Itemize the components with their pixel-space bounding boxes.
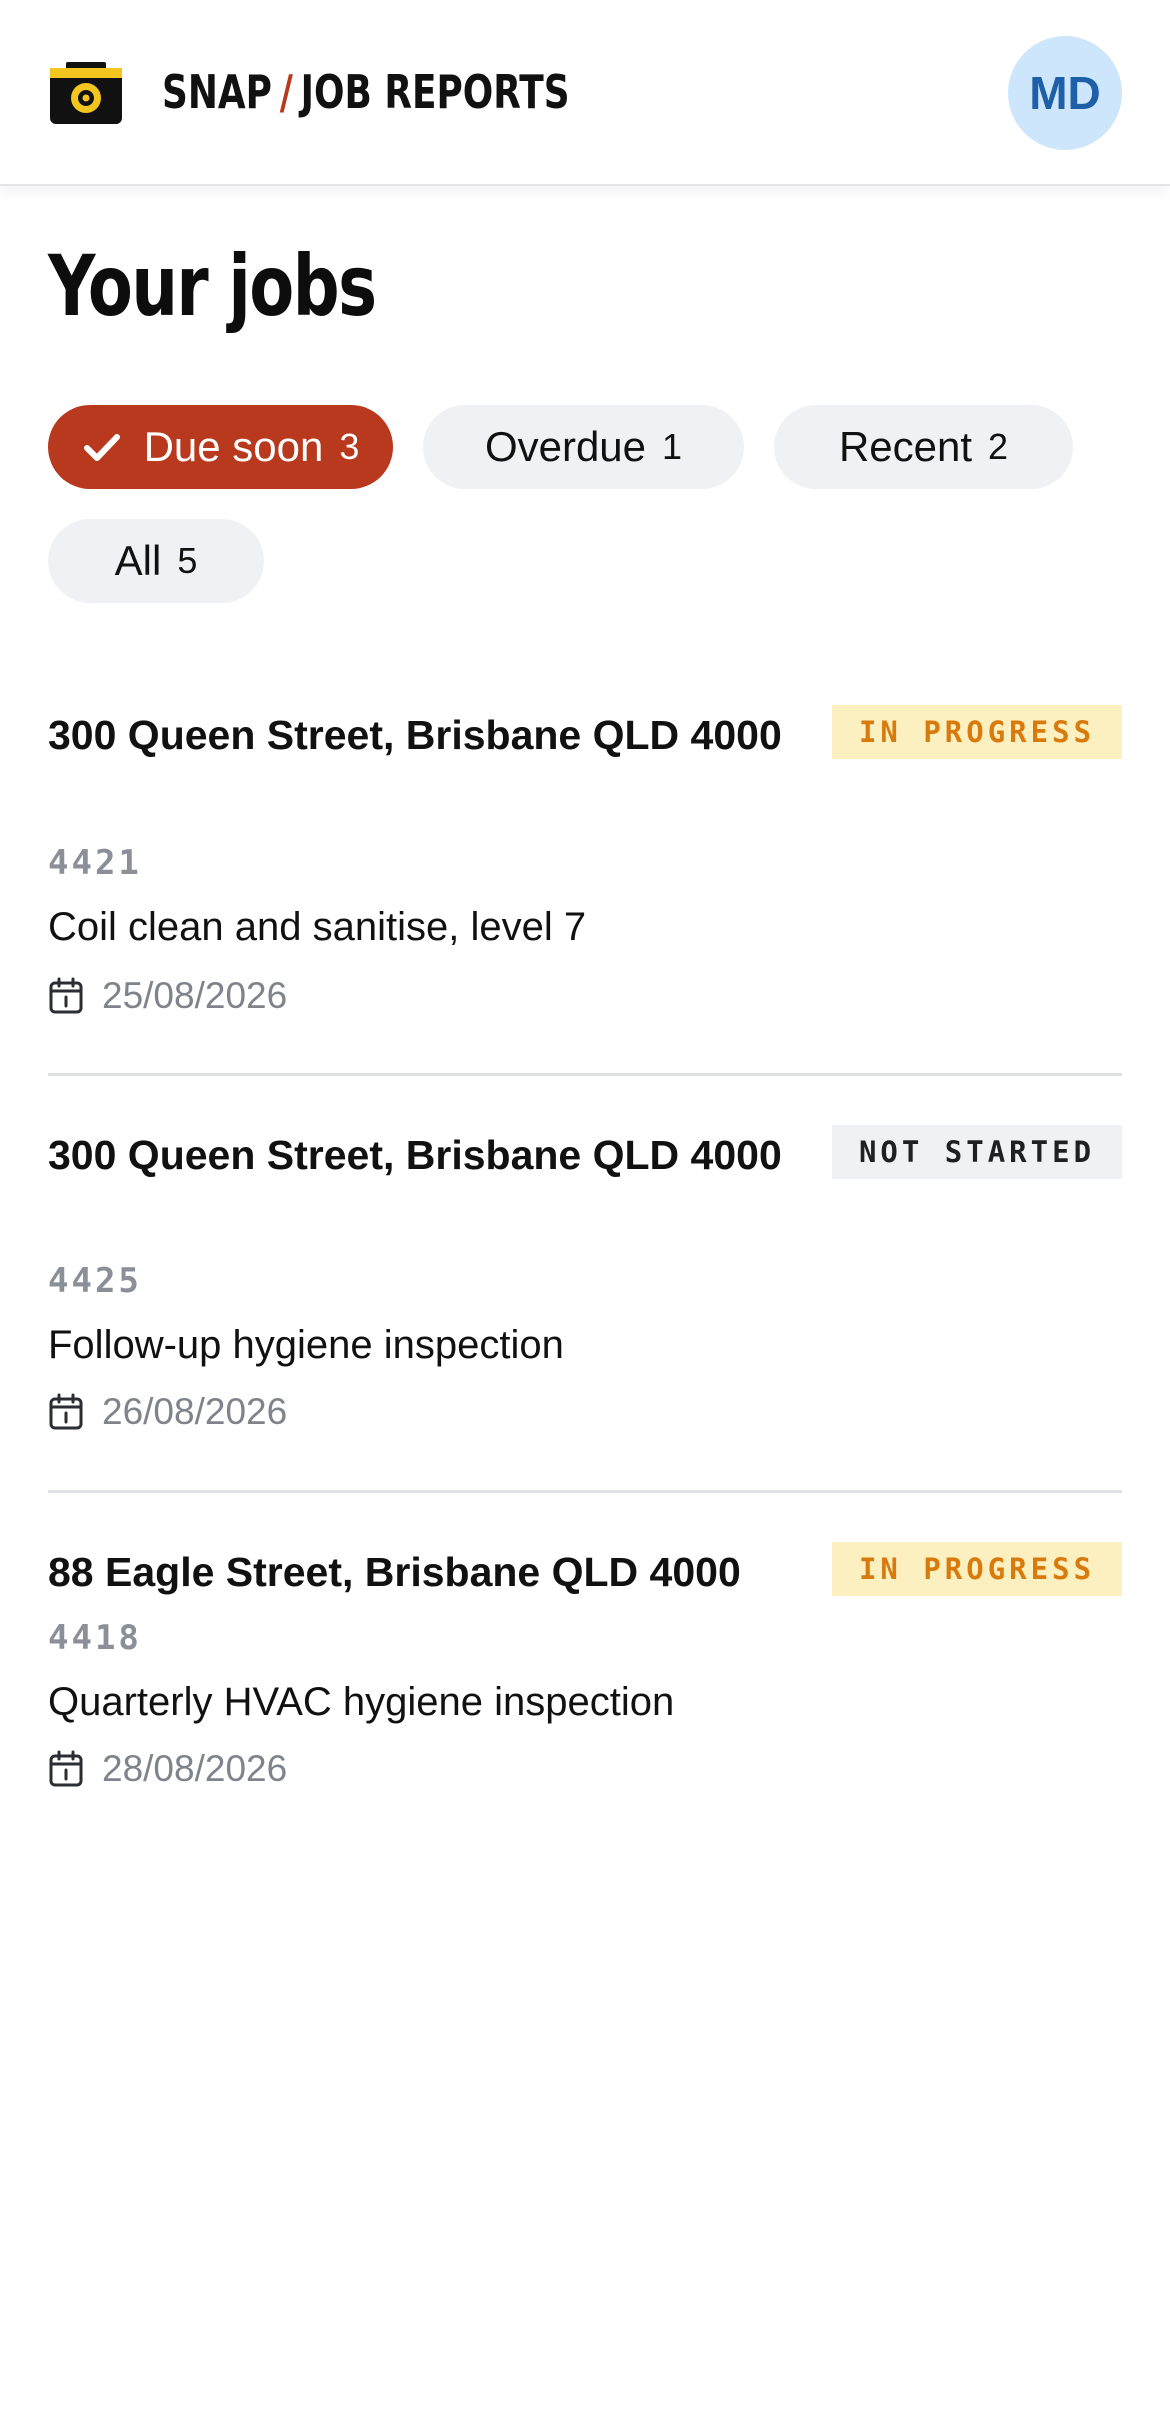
status-badge: IN PROGRESS [832,705,1122,759]
calendar-icon [49,1750,83,1787]
job-due-date: 28/08/2026 [48,1748,287,1790]
camera-icon[interactable] [50,62,122,124]
calendar-icon [49,977,83,1014]
filter-chip-count: 3 [339,426,360,467]
job-description: Quarterly HVAC hygiene inspection [48,1680,675,1724]
job-card[interactable]: 300 Queen Street, Brisbane QLD 4000 IN P… [48,705,1122,1035]
user-avatar[interactable]: MD [1008,36,1122,150]
filter-chip-label: Due soon [143,423,324,470]
brand-name: SNAP [162,65,272,119]
filter-chip-label: Overdue [484,423,647,470]
filter-chip-overdue[interactable]: Overdue 1 [423,405,744,489]
list-divider [48,1073,1122,1076]
filter-chip-label: Recent [838,423,973,470]
list-divider [48,1490,1122,1493]
job-id: 4418 [48,1618,142,1658]
filter-chip-due-soon[interactable]: Due soon 3 [48,405,393,489]
job-address: 88 Eagle Street, Brisbane QLD 4000 [48,1549,741,1595]
brand-separator: / [279,65,293,119]
job-address: 300 Queen Street, Brisbane QLD 4000 [48,1132,782,1178]
filter-chip-label: All [114,537,162,584]
calendar-icon [49,1393,83,1430]
job-card[interactable]: 300 Queen Street, Brisbane QLD 4000 NOT … [48,1125,1122,1455]
status-badge: IN PROGRESS [832,1542,1122,1596]
job-date-text: 28/08/2026 [102,1748,288,1789]
check-icon [83,434,120,461]
job-card[interactable]: 88 Eagle Street, Brisbane QLD 4000 IN PR… [48,1542,1122,1802]
filter-chip-count: 5 [177,540,198,581]
page-title: Your jobs [48,237,377,335]
job-due-date: 25/08/2026 [48,975,287,1017]
filter-chip-count: 2 [988,426,1009,467]
job-description: Follow-up hygiene inspection [48,1323,564,1367]
brand-section: JOB REPORTS [300,65,570,119]
status-badge: NOT STARTED [832,1125,1122,1179]
job-date-text: 26/08/2026 [102,1391,288,1432]
job-id: 4421 [48,843,142,883]
job-due-date: 26/08/2026 [48,1391,287,1433]
filter-chip-count: 1 [662,426,683,467]
filter-chip-all[interactable]: All 5 [48,519,264,603]
job-id: 4425 [48,1261,142,1301]
job-address: 300 Queen Street, Brisbane QLD 4000 [48,712,782,758]
job-date-text: 25/08/2026 [102,975,288,1016]
app-brand[interactable]: SNAP / JOB REPORTS [162,64,570,120]
filter-chip-recent[interactable]: Recent 2 [774,405,1073,489]
app-header: SNAP / JOB REPORTS MD [0,0,1170,186]
job-description: Coil clean and sanitise, level 7 [48,905,587,949]
